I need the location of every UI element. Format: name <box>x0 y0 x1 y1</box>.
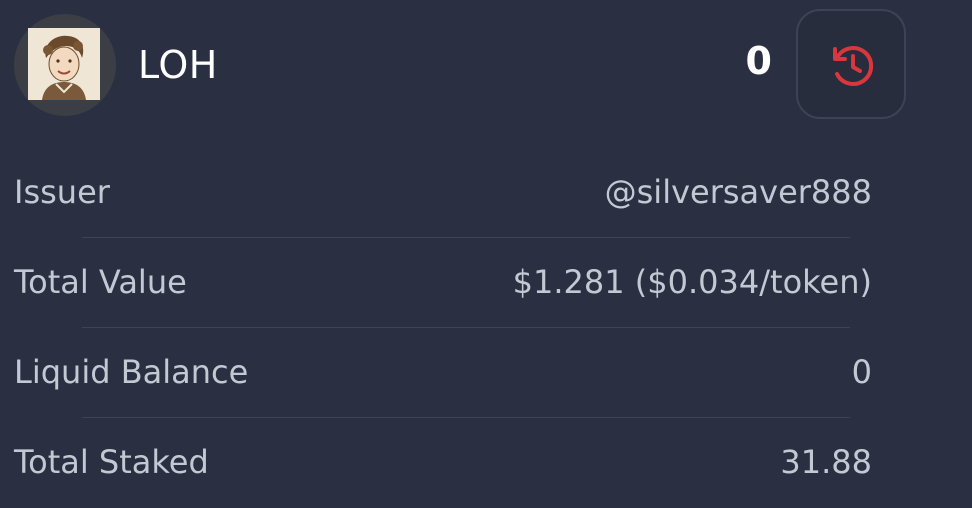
token-name: LOH <box>138 43 218 87</box>
detail-row-total-value: Total Value $1.281 ($0.034/token) <box>0 238 972 328</box>
token-header: LOH 0 <box>0 0 972 132</box>
detail-value[interactable]: @silversaver888 <box>605 168 872 216</box>
token-count: 0 <box>745 39 772 83</box>
detail-value: 31.88 <box>780 443 872 481</box>
detail-label: Liquid Balance <box>14 353 249 391</box>
detail-row-total-staked: Total Staked 31.88 <box>0 418 972 508</box>
detail-row-issuer: Issuer @silversaver888 <box>0 148 972 238</box>
history-button[interactable] <box>796 9 906 119</box>
token-avatar-image <box>28 28 100 100</box>
detail-value: 0 <box>851 353 872 391</box>
token-avatar <box>14 14 116 116</box>
token-details: Issuer @silversaver888 Total Value $1.28… <box>0 148 972 508</box>
detail-label: Issuer <box>14 173 110 211</box>
detail-value: $1.281 ($0.034/token) <box>512 263 872 301</box>
detail-label: Total Value <box>14 263 187 301</box>
detail-row-liquid-balance: Liquid Balance 0 <box>0 328 972 418</box>
history-icon <box>833 46 874 86</box>
detail-label: Total Staked <box>14 443 209 481</box>
